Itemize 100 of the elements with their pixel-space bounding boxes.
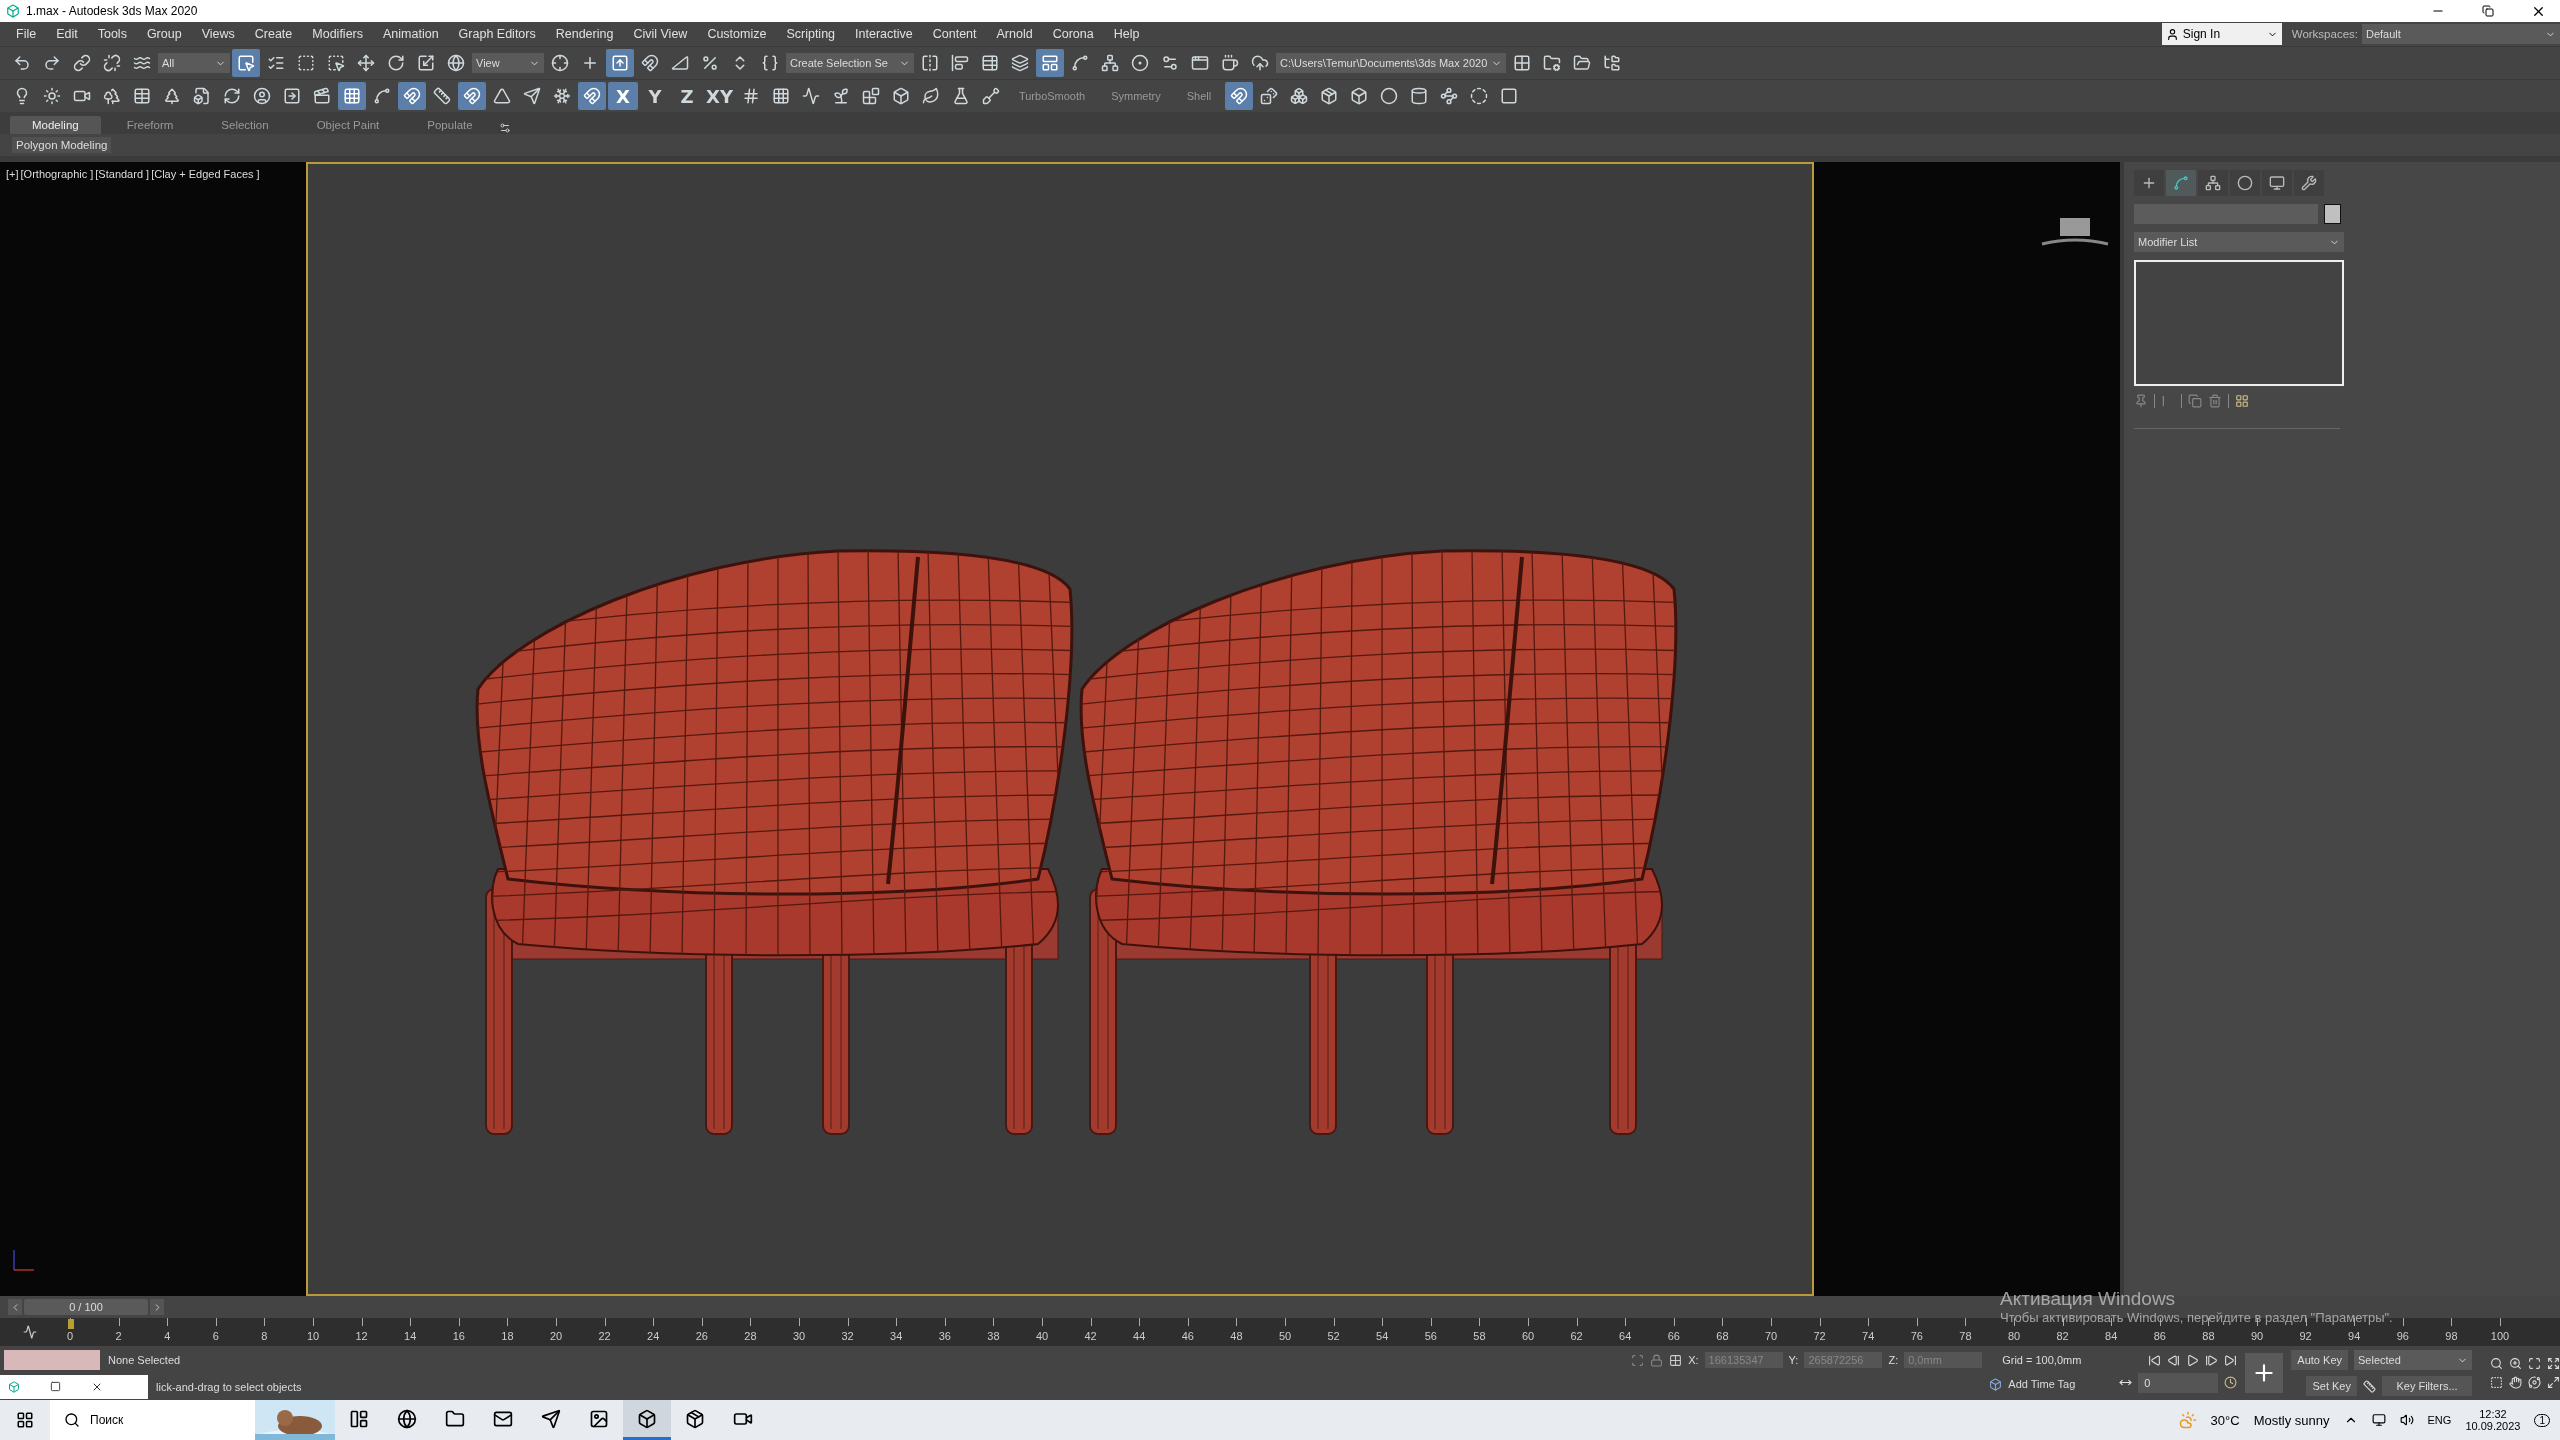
frame-number: 98 xyxy=(2445,1330,2458,1342)
viewport-label[interactable]: [Clay + Edged Faces ] xyxy=(151,168,260,180)
viewport-label[interactable]: [Standard ] xyxy=(95,168,150,180)
frame-number: 34 xyxy=(890,1330,903,1342)
toolbar-dropdown[interactable]: All xyxy=(158,53,230,73)
workspaces-label: Workspaces: xyxy=(2290,28,2359,40)
menu-item[interactable]: Corona xyxy=(1042,27,1104,41)
frame-number: 18 xyxy=(501,1330,514,1342)
menu-item[interactable]: Arnold xyxy=(986,27,1043,41)
frame-number: 12 xyxy=(355,1330,368,1342)
frame-number: 96 xyxy=(2396,1330,2409,1342)
toolbar-dropdown[interactable]: Create Selection Se xyxy=(786,53,914,73)
menu-item[interactable]: Edit xyxy=(46,27,88,41)
frame-number: 42 xyxy=(1084,1330,1097,1342)
frame-number: 10 xyxy=(306,1330,320,1342)
menu-item[interactable]: Rendering xyxy=(545,27,624,41)
frame-number: 78 xyxy=(1959,1330,1972,1342)
frame-number: 32 xyxy=(841,1330,854,1342)
ribbon-panel-label[interactable]: Polygon Modeling xyxy=(12,137,112,153)
workspace-dropdown[interactable]: Default xyxy=(2362,24,2560,44)
frame-number: 2 xyxy=(115,1330,122,1342)
frame-number: 92 xyxy=(2299,1330,2312,1342)
frame-number: 24 xyxy=(647,1330,660,1342)
frame-number: 76 xyxy=(1910,1330,1923,1342)
key-filters-button[interactable]: Key Filters... xyxy=(2382,1376,2472,1396)
menu-item[interactable]: Help xyxy=(1103,27,1150,41)
auto-key-button[interactable]: Auto Key xyxy=(2291,1350,2348,1370)
frame-number: 6 xyxy=(212,1330,219,1342)
frame-number: 50 xyxy=(1278,1330,1292,1342)
frame-number: 26 xyxy=(695,1330,708,1342)
search-field[interactable]: Поиск xyxy=(50,1400,335,1440)
menu-item[interactable]: Graph Editors xyxy=(448,27,546,41)
axis-constraint-button[interactable]: Y xyxy=(640,82,670,110)
frame-number: 84 xyxy=(2105,1330,2118,1342)
frame-number: 28 xyxy=(744,1330,757,1342)
current-frame-field[interactable]: 0 xyxy=(2138,1372,2219,1393)
frame-number: 82 xyxy=(2056,1330,2069,1342)
frame-number: 40 xyxy=(1035,1330,1049,1342)
window-title: 1.max - Autodesk 3ds Max 2020 xyxy=(26,4,199,18)
menu-item[interactable]: Interactive xyxy=(845,27,923,41)
frame-number: 100 xyxy=(2490,1330,2510,1342)
frame-number: 62 xyxy=(1570,1330,1583,1342)
frame-number: 58 xyxy=(1473,1330,1486,1342)
frame-number: 20 xyxy=(549,1330,563,1342)
frame-number: 94 xyxy=(2348,1330,2361,1342)
frame-number: 52 xyxy=(1327,1330,1340,1342)
set-key-button[interactable]: Set Key xyxy=(2306,1376,2357,1396)
frame-number: 36 xyxy=(938,1330,951,1342)
modifier-list-dropdown[interactable]: Modifier List xyxy=(2134,232,2344,252)
axis-constraint-button[interactable]: X xyxy=(608,82,638,110)
add-time-tag-button[interactable]: Add Time Tag xyxy=(1983,1374,2082,1394)
frame-number: 60 xyxy=(1521,1330,1535,1342)
time-slider-thumb[interactable]: 0 / 100 xyxy=(24,1299,148,1315)
menu-item[interactable]: Scripting xyxy=(776,27,846,41)
frame-number: 54 xyxy=(1376,1330,1389,1342)
ribbon-tab[interactable]: Selection xyxy=(199,116,291,134)
z-label: Z: xyxy=(1888,1354,1899,1366)
frame-number: 80 xyxy=(2007,1330,2021,1342)
viewport-label[interactable]: [Orthographic ] xyxy=(20,168,94,180)
frame-number: 38 xyxy=(987,1330,1000,1342)
frame-number: 44 xyxy=(1133,1330,1146,1342)
key-mode-dropdown[interactable]: Selected xyxy=(2354,1350,2472,1370)
menu-item[interactable]: Animation xyxy=(373,27,449,41)
axis-constraint-button[interactable]: XY xyxy=(704,82,735,110)
frame-number: 70 xyxy=(1764,1330,1778,1342)
modifier-label[interactable]: TurboSmooth xyxy=(1006,90,1098,102)
temperature-text[interactable]: 30°C xyxy=(2210,1412,2240,1428)
frame-number: 88 xyxy=(2202,1330,2215,1342)
menu-item[interactable]: Modifiers xyxy=(302,27,373,41)
weather-text[interactable]: Mostly sunny xyxy=(2253,1412,2330,1428)
language-indicator[interactable]: ENG xyxy=(2427,1414,2452,1426)
ribbon-tab[interactable]: Modeling xyxy=(10,116,101,134)
selection-status: None Selected xyxy=(108,1353,181,1366)
frame-number: 4 xyxy=(164,1330,171,1342)
clock[interactable]: 12:32 10.09.2023 xyxy=(2465,1408,2521,1432)
frame-number: 8 xyxy=(261,1330,268,1342)
frame-number: 46 xyxy=(1181,1330,1194,1342)
ribbon-tab[interactable]: Freeform xyxy=(104,116,196,134)
toolbar-dropdown[interactable]: View xyxy=(472,53,544,73)
ribbon-tab[interactable]: Populate xyxy=(405,116,495,134)
frame-number: 66 xyxy=(1667,1330,1680,1342)
menu-item[interactable]: Create xyxy=(244,27,303,41)
sign-in-dropdown[interactable]: Sign In xyxy=(2161,23,2282,45)
menu-item[interactable]: Content xyxy=(922,27,987,41)
menu-item[interactable]: Views xyxy=(191,27,245,41)
frame-number: 72 xyxy=(1813,1330,1826,1342)
frame-number: 30 xyxy=(792,1330,806,1342)
viewport-label[interactable]: [+] xyxy=(6,168,19,180)
menu-item[interactable]: Tools xyxy=(87,27,137,41)
menu-item[interactable]: Customize xyxy=(697,27,777,41)
frame-number: 86 xyxy=(2153,1330,2166,1342)
frame-number: 64 xyxy=(1619,1330,1632,1342)
modifier-label[interactable]: Symmetry xyxy=(1099,90,1173,102)
ribbon-tab[interactable]: Object Paint xyxy=(294,116,402,134)
toolbar-dropdown[interactable]: C:\Users\Temur\Documents\3ds Max 2020 xyxy=(1276,53,1507,73)
menu-item[interactable]: Group xyxy=(136,27,192,41)
menu-item[interactable]: File xyxy=(6,27,47,41)
menu-item[interactable]: Civil View xyxy=(623,27,698,41)
axis-constraint-button[interactable]: Z xyxy=(672,82,702,110)
frame-number: 22 xyxy=(598,1330,611,1342)
